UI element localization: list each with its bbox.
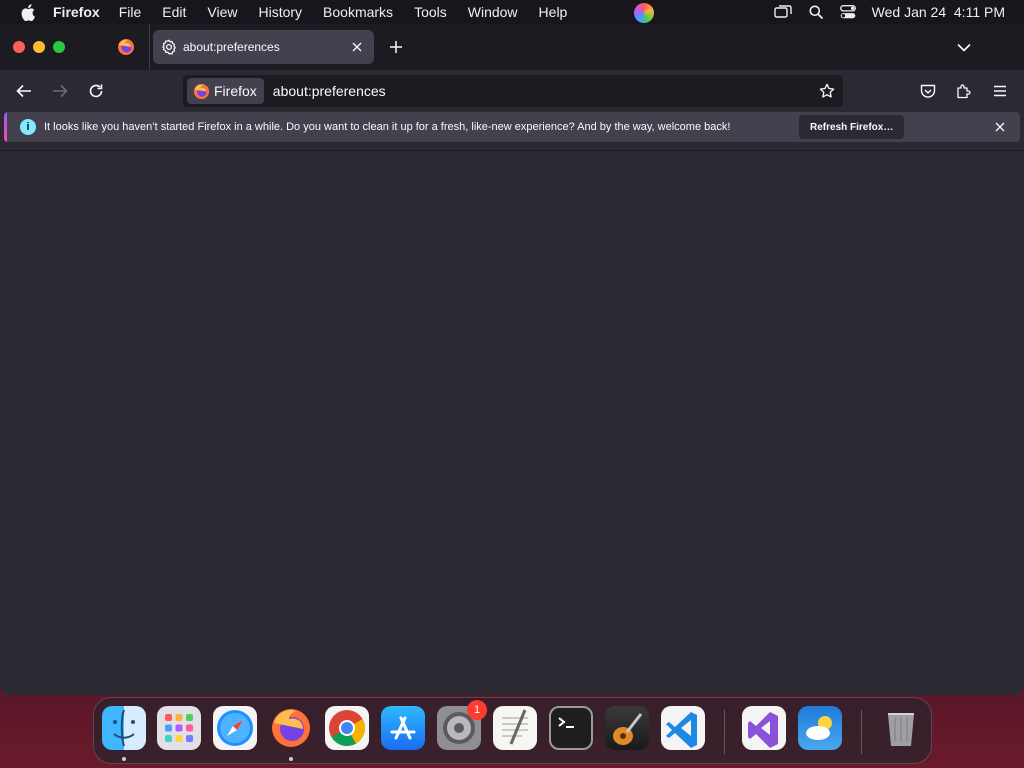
firefox-dock-icon[interactable] [269,706,313,750]
application-menu-button[interactable] [988,79,1012,103]
siri-icon[interactable] [634,3,654,23]
menu-history[interactable]: History [258,4,302,20]
chrome-icon[interactable] [325,706,369,750]
firefox-running-indicator [289,757,293,761]
weather-icon[interactable] [798,706,842,750]
vscode-icon[interactable] [661,706,705,750]
menu-bar: Firefox File Edit View History Bookmarks… [0,0,1024,24]
app-store-icon[interactable] [381,706,425,750]
plus-icon [390,41,402,53]
navigation-toolbar: Firefox about:preferences [0,70,1024,112]
chevron-down-icon [957,43,971,52]
firefox-logo-icon [193,83,210,99]
window-controls [13,41,65,53]
settings-notification-badge: 1 [467,700,487,720]
list-all-tabs-button[interactable] [954,37,974,57]
bookmark-star-icon[interactable] [817,81,837,101]
menu-tools[interactable]: Tools [414,4,447,20]
firefox-icon [118,39,134,55]
finder-icon[interactable] [102,706,146,750]
dock-separator [724,710,725,754]
textedit-icon[interactable] [493,706,537,750]
reload-icon [89,84,103,98]
identity-label: Firefox [214,83,257,99]
garageband-icon[interactable] [605,706,649,750]
tab-close-icon[interactable] [349,39,365,55]
url-text[interactable]: about:preferences [273,83,386,99]
menu-app-firefox[interactable]: Firefox [53,4,100,20]
extensions-button[interactable] [952,79,976,103]
menu-window[interactable]: Window [468,4,518,20]
finder-running-indicator [122,757,126,761]
menu-edit[interactable]: Edit [162,4,186,20]
trash-icon[interactable] [879,706,923,750]
window-minimize-button[interactable] [33,41,45,53]
launchpad-icon[interactable] [157,706,201,750]
apple-menu-icon[interactable] [19,3,37,21]
safari-icon[interactable] [213,706,257,750]
spotlight-search-icon[interactable] [809,5,823,19]
forward-button[interactable] [48,79,72,103]
reload-button[interactable] [84,79,108,103]
screen-mirroring-icon[interactable] [773,5,792,19]
identity-box[interactable]: Firefox [187,78,264,104]
page-content-area[interactable] [0,151,1024,695]
refresh-firefox-button[interactable]: Refresh Firefox… [799,115,905,139]
terminal-icon[interactable] [549,706,593,750]
tab-about-preferences[interactable]: about:preferences [153,30,374,64]
dock: 1 [93,697,932,764]
url-bar[interactable]: Firefox about:preferences [183,75,843,107]
pinned-tab-firefox[interactable] [110,33,142,61]
pocket-icon [920,84,936,98]
menu-file[interactable]: File [119,4,142,20]
tab-bar: about:preferences [0,24,1024,70]
firefox-window: about:preferences Firefox about:preferen… [0,24,1024,695]
pocket-button[interactable] [916,79,940,103]
window-zoom-button[interactable] [53,41,65,53]
puzzle-piece-icon [957,84,971,99]
info-icon: i [20,119,36,135]
gear-icon [161,39,177,55]
back-arrow-icon [16,84,31,98]
forward-arrow-icon [53,84,68,98]
control-center-icon[interactable] [839,5,856,19]
menu-help[interactable]: Help [539,4,568,20]
menu-bookmarks[interactable]: Bookmarks [323,4,393,20]
window-close-button[interactable] [13,41,25,53]
notification-close-icon[interactable] [992,119,1008,135]
system-settings-icon[interactable]: 1 [437,700,487,750]
tab-title: about:preferences [183,40,280,54]
back-button[interactable] [12,79,36,103]
refresh-notification-bar: i It looks like you haven’t started Fire… [4,112,1020,142]
menubar-clock[interactable]: Wed Jan 24 4:11 PM [872,4,1005,20]
visual-studio-icon[interactable] [742,706,786,750]
tab-separator [149,24,150,70]
dock-separator-trash [861,710,862,754]
new-tab-button[interactable] [386,35,406,59]
menu-view[interactable]: View [207,4,237,20]
hamburger-menu-icon [994,85,1006,97]
notification-message: It looks like you haven’t started Firefo… [44,121,731,133]
